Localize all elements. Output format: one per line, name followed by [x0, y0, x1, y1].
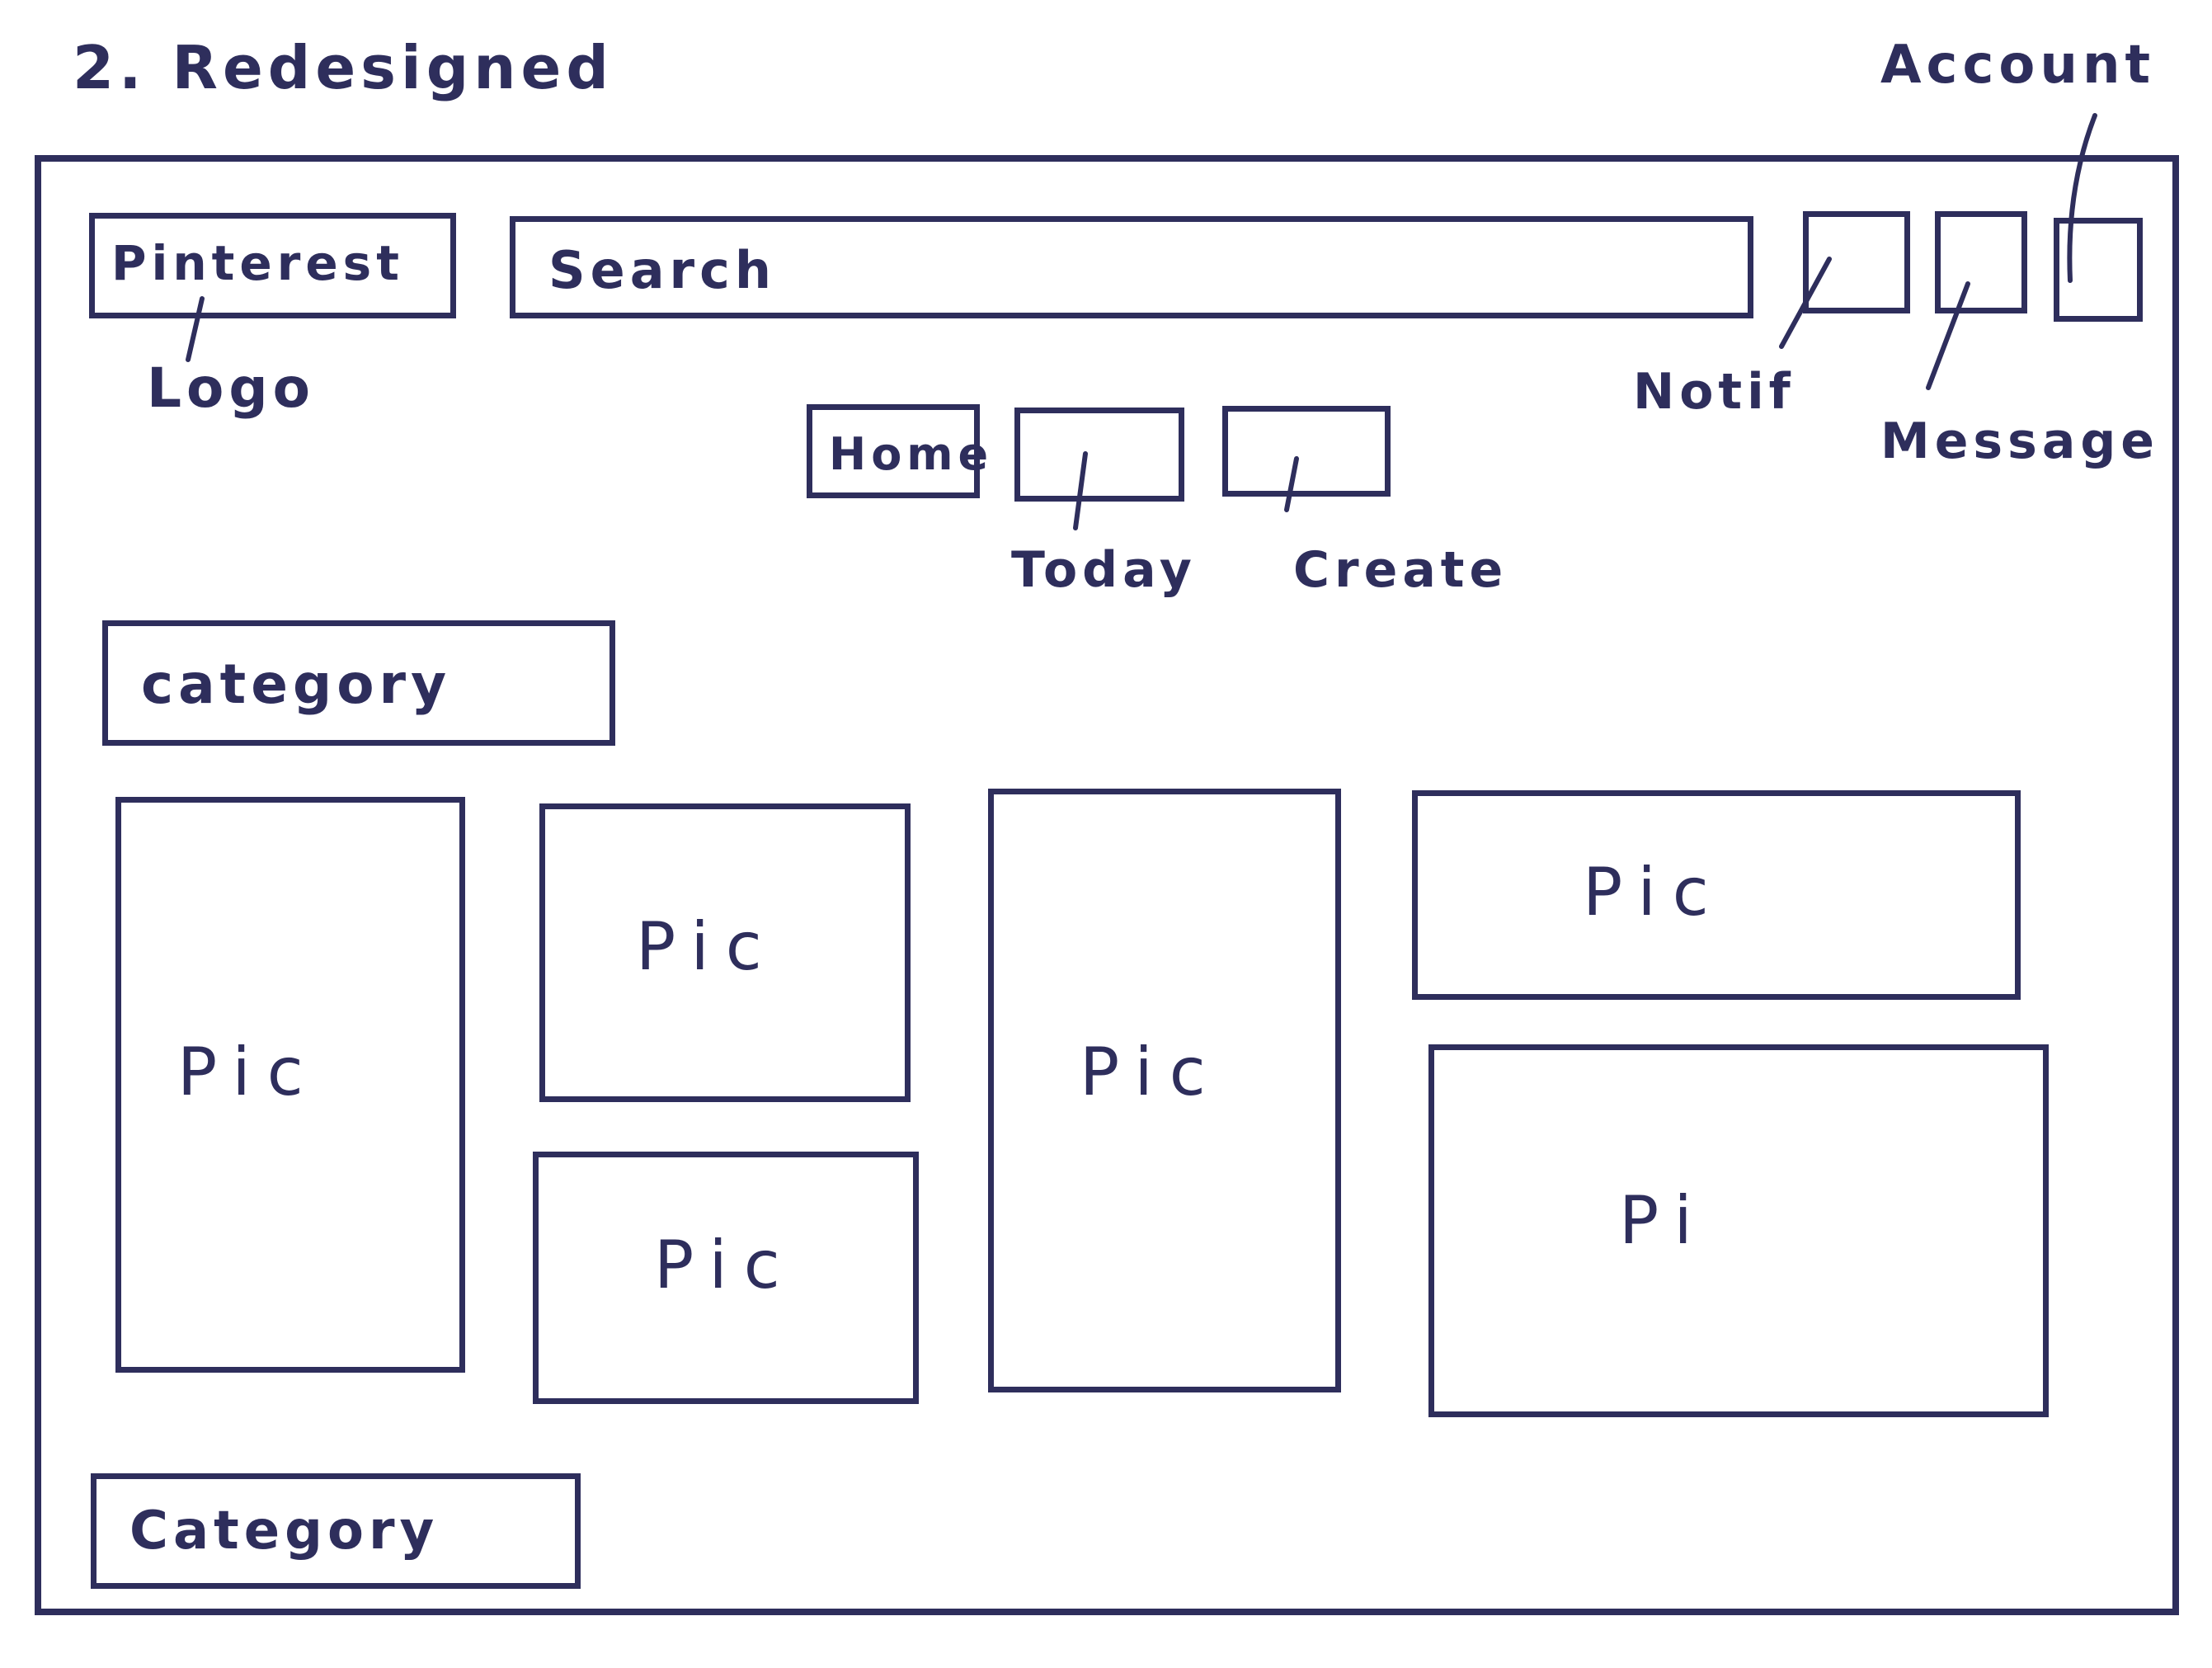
nav-home-label: Home: [829, 428, 994, 480]
today-annotation: Today: [1011, 541, 1197, 599]
notif-annotation: Notif: [1633, 363, 1795, 421]
logo-box[interactable]: Pinterest: [89, 213, 456, 318]
pin-card-5[interactable]: Pic: [1412, 790, 2021, 1000]
pin-card-6[interactable]: Pi: [1428, 1044, 2049, 1417]
search-placeholder: Search: [548, 240, 777, 300]
pin-label: Pic: [1583, 854, 1725, 931]
account-icon[interactable]: [2054, 218, 2143, 322]
pin-card-3[interactable]: Pic: [533, 1152, 919, 1404]
category-bottom-label: Category: [129, 1501, 440, 1562]
category-button-top[interactable]: category: [102, 620, 615, 746]
pin-label: Pic: [1080, 1034, 1222, 1110]
pin-label: Pic: [654, 1227, 797, 1303]
category-top-label: category: [141, 653, 452, 716]
pin-label: Pic: [177, 1034, 320, 1110]
account-annotation: Account: [1880, 35, 2156, 96]
notification-icon[interactable]: [1803, 211, 1910, 313]
pin-card-4[interactable]: Pic: [988, 789, 1341, 1392]
nav-home-button[interactable]: Home: [807, 404, 988, 498]
pin-label: Pi: [1619, 1182, 1709, 1259]
nav-today-button[interactable]: [1014, 408, 1184, 502]
sketch-title: 2. Redesigned: [73, 33, 614, 102]
create-annotation: Create: [1293, 541, 1508, 599]
search-input[interactable]: Search: [510, 216, 1753, 318]
pin-label: Pic: [636, 908, 779, 985]
message-icon[interactable]: [1935, 211, 2027, 313]
logo-annotation: Logo: [147, 356, 315, 420]
pin-card-1[interactable]: Pic: [115, 797, 465, 1373]
category-button-bottom[interactable]: Category: [91, 1473, 581, 1589]
message-annotation: Message: [1880, 412, 2159, 470]
nav-create-button[interactable]: [1222, 406, 1391, 497]
logo-text: Pinterest: [111, 235, 404, 291]
pin-card-2[interactable]: Pic: [539, 803, 911, 1102]
